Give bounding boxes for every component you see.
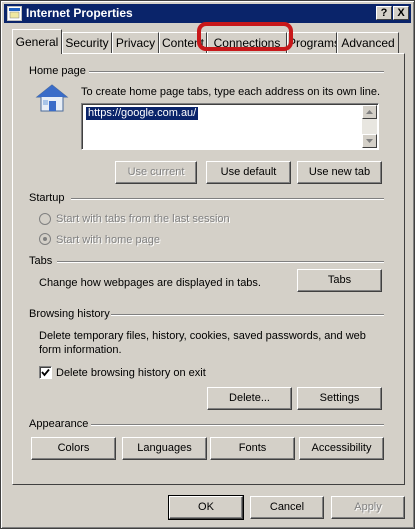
tab-programs-label: Programs: [288, 36, 337, 50]
tab-programs[interactable]: Programs: [287, 32, 337, 53]
accessibility-button[interactable]: Accessibility: [299, 437, 384, 460]
internet-properties-dialog: Internet Properties ? X General Security…: [0, 0, 415, 529]
use-new-tab-button[interactable]: Use new tab: [297, 161, 382, 184]
delete-on-exit-label: Delete browsing history on exit: [56, 367, 206, 379]
tabs-settings-button[interactable]: Tabs: [297, 269, 382, 292]
url-field-scrollbar[interactable]: [362, 105, 377, 148]
startup-divider: [71, 198, 384, 200]
radio-home-page[interactable]: [39, 233, 51, 245]
scroll-up-arrow-icon: [366, 110, 373, 114]
browsing-history-description-line2: form information.: [39, 344, 122, 356]
languages-button[interactable]: Languages: [122, 437, 207, 460]
home-page-section-label: Home page: [29, 65, 86, 77]
title-bar[interactable]: Internet Properties ? X: [4, 4, 411, 23]
home-page-url-value: https://google.com.au/: [86, 107, 199, 120]
delete-history-button[interactable]: Delete...: [207, 387, 292, 410]
apply-button[interactable]: Apply: [331, 496, 405, 519]
tab-privacy[interactable]: Privacy: [112, 32, 159, 53]
scroll-up-button[interactable]: [362, 105, 377, 119]
use-current-button[interactable]: Use current: [115, 161, 197, 184]
radio-home-page-label: Start with home page: [56, 234, 160, 246]
home-page-house-icon: [35, 83, 69, 116]
close-button[interactable]: X: [393, 6, 409, 20]
appearance-section-label: Appearance: [29, 418, 89, 430]
radio-last-session[interactable]: [39, 213, 51, 225]
window-title: Internet Properties: [26, 6, 133, 20]
tabs-description: Change how webpages are displayed in tab…: [39, 277, 261, 289]
tab-general[interactable]: General: [12, 29, 62, 54]
home-page-divider: [89, 71, 384, 73]
fonts-button[interactable]: Fonts: [210, 437, 295, 460]
scroll-down-arrow-icon: [366, 139, 373, 143]
tab-advanced[interactable]: Advanced: [337, 32, 399, 53]
appearance-divider: [91, 424, 384, 426]
home-page-description: To create home page tabs, type each addr…: [81, 86, 381, 98]
radio-last-session-label: Start with tabs from the last session: [56, 213, 230, 225]
help-button[interactable]: ?: [376, 6, 392, 20]
tab-security[interactable]: Security: [62, 32, 112, 53]
browsing-history-description-line1: Delete temporary files, history, cookies…: [39, 330, 366, 342]
startup-section-label: Startup: [29, 192, 65, 204]
browsing-history-section-label: Browsing history: [29, 308, 110, 320]
checkmark-icon: [41, 368, 50, 377]
colors-button[interactable]: Colors: [31, 437, 116, 460]
scroll-down-button[interactable]: [362, 134, 377, 148]
tabs-divider: [57, 261, 384, 263]
tabs-section-label: Tabs: [29, 255, 53, 267]
internet-options-icon: [7, 6, 22, 21]
use-default-button[interactable]: Use default: [206, 161, 291, 184]
delete-on-exit-checkbox[interactable]: [39, 366, 52, 379]
cancel-button[interactable]: Cancel: [250, 496, 324, 519]
home-page-url-field[interactable]: https://google.com.au/: [81, 103, 379, 150]
connections-tab-highlight-ring: [197, 22, 293, 51]
history-settings-button[interactable]: Settings: [297, 387, 382, 410]
ok-button[interactable]: OK: [168, 495, 244, 520]
browsing-history-divider: [111, 314, 384, 316]
